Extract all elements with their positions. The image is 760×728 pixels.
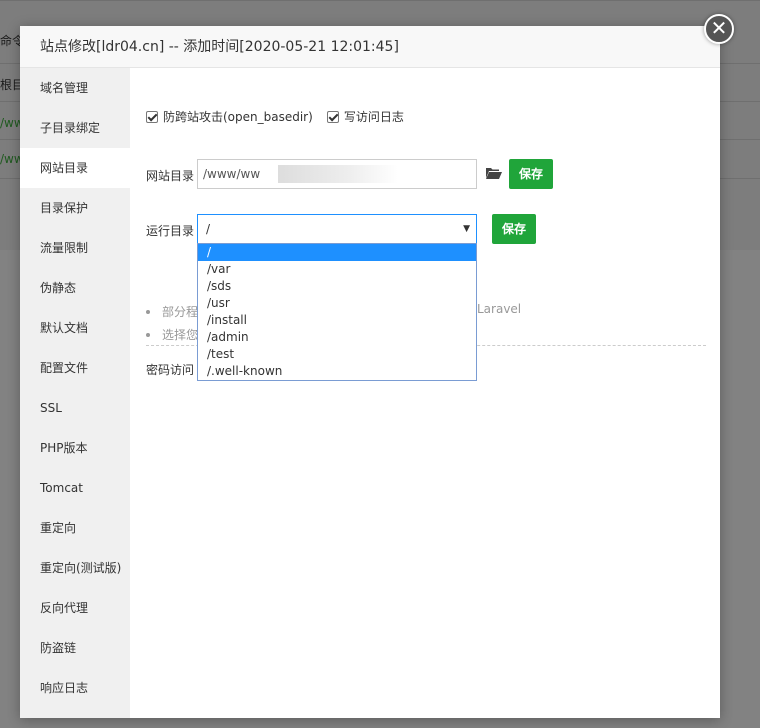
sidebar-item-default-doc[interactable]: 默认文档	[20, 308, 130, 348]
sidebar-item-subdir-binding[interactable]: 子目录绑定	[20, 108, 130, 148]
redacted-mask	[278, 165, 398, 183]
caret-down-icon: ▼	[463, 224, 470, 234]
sidebar-item-php-version[interactable]: PHP版本	[20, 428, 130, 468]
save-site-dir-button[interactable]: 保存	[509, 159, 554, 189]
close-icon[interactable]: ✕	[704, 14, 734, 44]
dropdown-option[interactable]: /install	[198, 312, 476, 329]
dropdown-option[interactable]: /.well-known	[198, 363, 476, 380]
sidebar-item-dir-protection[interactable]: 目录保护	[20, 188, 130, 228]
sidebar-item-site-directory[interactable]: 网站目录	[20, 148, 130, 188]
dropdown-option[interactable]: /sds	[198, 278, 476, 295]
dropdown-option[interactable]: /test	[198, 346, 476, 363]
tip-item: 选择您	[146, 323, 198, 346]
sidebar-item-hotlink-protection[interactable]: 防盗链	[20, 628, 130, 668]
access-log-checkbox[interactable]: 写访问日志	[326, 108, 404, 125]
save-run-dir-button[interactable]: 保存	[492, 214, 537, 244]
site-edit-dialog: 站点修改[ldr04.cn] -- 添加时间[2020-05-21 12:01:…	[20, 26, 720, 718]
sidebar-item-reverse-proxy[interactable]: 反向代理	[20, 588, 130, 628]
tip-text: 选择您	[162, 328, 199, 342]
folder-open-icon[interactable]	[486, 167, 502, 179]
bullet-icon	[146, 332, 150, 337]
run-dir-label: 运行目录	[146, 224, 195, 238]
dialog-sidebar: 域名管理 子目录绑定 网站目录 目录保护 流量限制 伪静态 默认文档 配置文件 …	[20, 68, 130, 718]
dropdown-option[interactable]: /admin	[198, 329, 476, 346]
sidebar-item-domain[interactable]: 域名管理	[20, 68, 130, 108]
sidebar-item-redirect[interactable]: 重定向	[20, 508, 130, 548]
tip-text-tail: Laravel	[477, 302, 522, 316]
dialog-content: 防跨站攻击(open_basedir) 写访问日志 网站目录 /www/ww 保…	[130, 68, 720, 718]
bullet-icon	[146, 309, 150, 314]
sidebar-item-traffic-limit[interactable]: 流量限制	[20, 228, 130, 268]
dropdown-option[interactable]: /usr	[198, 295, 476, 312]
sidebar-item-ssl[interactable]: SSL	[20, 388, 130, 428]
tip-text: 部分程	[162, 305, 199, 319]
anti-xss-label: 防跨站攻击(open_basedir)	[163, 110, 313, 124]
run-dir-dropdown: / /var /sds /usr /install /admin /test /…	[197, 243, 477, 381]
run-dir-selected-value: /	[206, 222, 211, 236]
sidebar-item-rewrite[interactable]: 伪静态	[20, 268, 130, 308]
sidebar-item-tomcat[interactable]: Tomcat	[20, 468, 130, 508]
site-dir-value: /www/ww	[203, 167, 261, 181]
run-dir-select[interactable]: / ▼	[197, 214, 477, 244]
tips-list: 部分程 选择您	[146, 300, 198, 346]
sidebar-item-config-file[interactable]: 配置文件	[20, 348, 130, 388]
sidebar-item-redirect-beta[interactable]: 重定向(测试版)	[20, 548, 130, 588]
anti-xss-checkbox[interactable]: 防跨站攻击(open_basedir)	[146, 108, 313, 125]
site-dir-input[interactable]: /www/ww	[197, 159, 477, 189]
dropdown-option[interactable]: /	[198, 244, 476, 261]
tip-item: 部分程	[146, 300, 198, 323]
checkbox-checked-icon[interactable]	[146, 110, 158, 123]
dropdown-option[interactable]: /var	[198, 261, 476, 278]
password-access-label: 密码访问	[146, 363, 195, 377]
bg-divider	[0, 0, 760, 1]
dialog-title: 站点修改[ldr04.cn] -- 添加时间[2020-05-21 12:01:…	[20, 26, 720, 68]
checkbox-checked-icon[interactable]	[326, 110, 339, 123]
sidebar-item-response-log[interactable]: 响应日志	[20, 668, 130, 708]
options-row: 防跨站攻击(open_basedir) 写访问日志	[146, 108, 418, 125]
site-dir-label: 网站目录	[146, 169, 195, 183]
access-log-label: 写访问日志	[343, 110, 404, 124]
